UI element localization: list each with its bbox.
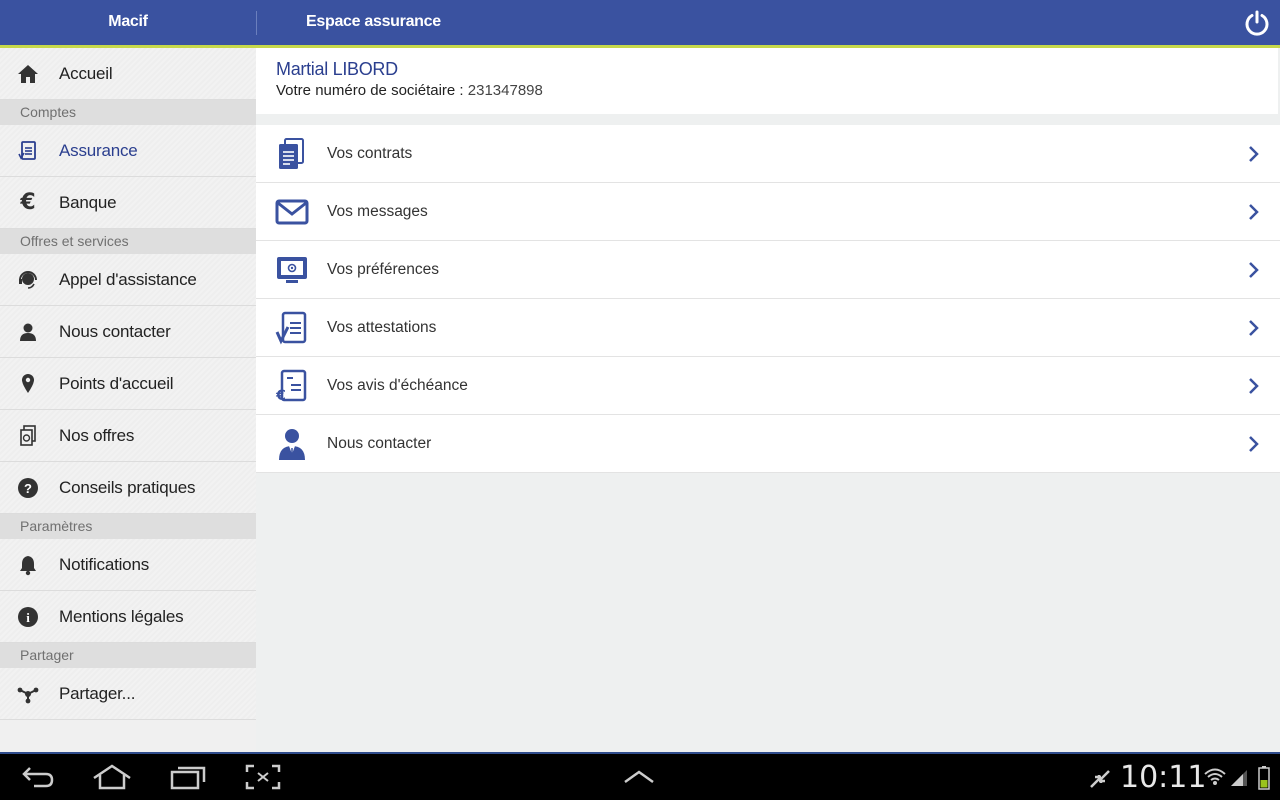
sidebar-item-label: Nos offres <box>59 425 135 445</box>
user-card: Martial LIBORD Votre numéro de sociétair… <box>256 48 1278 114</box>
menu-item-label: Vos préférences <box>327 261 440 278</box>
menu-item-label: Vos messages <box>327 203 428 220</box>
insurance-menu: Vos contrats Vos messages Vos préférence… <box>256 125 1280 473</box>
sidebar-item-conseils-pratiques[interactable]: ? Conseils pratiques <box>0 462 256 514</box>
chevron-right-icon <box>1249 262 1259 278</box>
header-divider <box>256 11 257 35</box>
signal-icon <box>1231 770 1247 786</box>
page-title: Espace assurance <box>306 13 441 30</box>
chevron-right-icon <box>1249 436 1259 452</box>
sidebar-item-appel-assistance[interactable]: Appel d'assistance <box>0 254 256 306</box>
sidebar-item-mentions-legales[interactable]: i Mentions légales <box>0 591 256 643</box>
share-icon <box>17 683 39 705</box>
sidebar-item-nos-offres[interactable]: Nos offres <box>0 410 256 462</box>
menu-item-vos-preferences[interactable]: Vos préférences <box>256 241 1280 299</box>
home-icon <box>17 63 39 85</box>
menu-item-label: Vos contrats <box>327 145 413 162</box>
sidebar-item-points-accueil[interactable]: Points d'accueil <box>0 358 256 410</box>
euro-icon: € <box>20 190 36 215</box>
menu-item-vos-messages[interactable]: Vos messages <box>256 183 1280 241</box>
sidebar-item-label: Mentions légales <box>59 606 184 626</box>
sidebar-item-accueil[interactable]: Accueil <box>0 48 256 100</box>
app-header: Macif Espace assurance <box>0 0 1280 48</box>
chevron-right-icon <box>1249 320 1259 336</box>
preferences-monitor-icon <box>277 257 307 283</box>
clock: 10:11 <box>1120 760 1207 795</box>
app-title: Macif <box>108 13 148 30</box>
sidebar-section-offres: Offres et services <box>0 229 256 254</box>
chevron-up-icon[interactable] <box>623 770 655 784</box>
sidebar-item-label: Points d'accueil <box>59 373 174 393</box>
system-navigation-bar: 10:11 <box>0 752 1280 800</box>
sidebar-item-label: Accueil <box>59 63 113 83</box>
sidebar-item-notifications[interactable]: Notifications <box>0 539 256 591</box>
sidebar-item-banque[interactable]: € Banque <box>0 177 256 229</box>
sidebar-section-parametres: Paramètres <box>0 514 256 539</box>
advisor-icon <box>279 429 305 460</box>
headset-icon <box>17 269 39 291</box>
power-icon[interactable] <box>1243 9 1271 37</box>
info-icon: i <box>17 606 39 628</box>
chevron-right-icon <box>1249 204 1259 220</box>
svg-text:€: € <box>275 388 286 403</box>
sidebar-item-partager[interactable]: Partager... <box>0 668 256 720</box>
due-notice-euro-icon: € <box>275 369 307 403</box>
sidebar-item-label: Partager... <box>59 683 136 703</box>
sidebar-item-nous-contacter[interactable]: Nous contacter <box>0 306 256 358</box>
insurance-doc-icon <box>17 140 39 162</box>
user-name: Martial LIBORD <box>276 59 398 79</box>
sidebar-item-label: Nous contacter <box>59 321 171 341</box>
sidebar-item-label: Appel d'assistance <box>59 269 197 289</box>
sidebar-section-comptes: Comptes <box>0 100 256 125</box>
sidebar: Accueil Comptes Assurance € Banque Offre… <box>0 48 256 752</box>
menu-item-label: Vos avis d'échéance <box>327 377 468 394</box>
map-pin-icon <box>17 373 39 395</box>
sidebar-item-label: Conseils pratiques <box>59 477 196 497</box>
help-icon: ? <box>17 477 39 499</box>
wifi-icon <box>1204 768 1226 785</box>
sidebar-item-label: Assurance <box>59 140 138 160</box>
sidebar-section-partager: Partager <box>0 643 256 668</box>
svg-text:?: ? <box>24 481 32 496</box>
svg-text:i: i <box>26 610 30 625</box>
envelope-icon <box>275 199 309 225</box>
chevron-right-icon <box>1249 146 1259 162</box>
sync-icon <box>1090 770 1110 788</box>
recent-apps-icon[interactable] <box>170 764 206 790</box>
member-number: 231347898 <box>467 82 543 99</box>
menu-item-nous-contacter[interactable]: Nous contacter <box>256 415 1280 473</box>
back-icon[interactable] <box>20 764 56 790</box>
sidebar-item-assurance[interactable]: Assurance <box>0 125 256 177</box>
home-button-icon[interactable] <box>92 764 132 790</box>
menu-item-vos-avis-echeance[interactable]: € Vos avis d'échéance <box>256 357 1280 415</box>
bell-icon <box>17 554 39 576</box>
menu-item-label: Nous contacter <box>327 435 432 452</box>
menu-item-label: Vos attestations <box>327 319 437 336</box>
menu-item-vos-attestations[interactable]: Vos attestations <box>256 299 1280 357</box>
screenshot-icon[interactable] <box>245 764 281 790</box>
member-number-label: Votre numéro de sociétaire : <box>276 82 464 99</box>
contracts-icon <box>279 138 304 169</box>
person-icon <box>17 321 39 343</box>
menu-item-vos-contrats[interactable]: Vos contrats <box>256 125 1280 183</box>
sidebar-item-label: Banque <box>59 192 117 212</box>
certificate-check-icon <box>275 311 307 345</box>
member-number-line: Votre numéro de sociétaire : 231347898 <box>276 82 543 99</box>
offers-icon <box>17 424 39 447</box>
battery-icon <box>1258 766 1270 790</box>
chevron-right-icon <box>1249 378 1259 394</box>
sidebar-item-label: Notifications <box>59 554 149 574</box>
main-content: Martial LIBORD Votre numéro de sociétair… <box>256 48 1280 752</box>
